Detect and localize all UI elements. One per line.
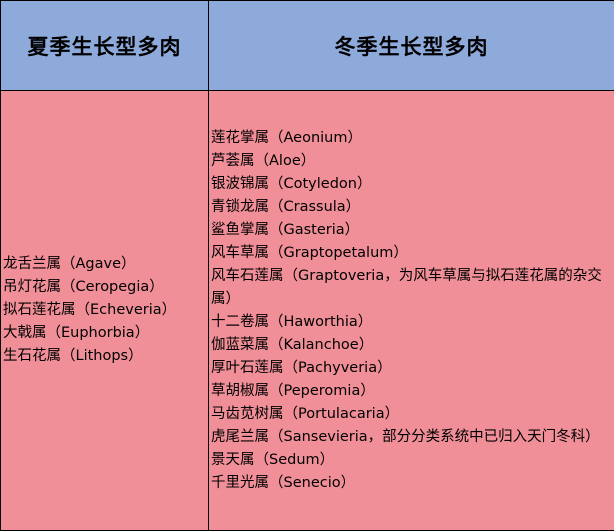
list-item: 虎尾兰属（Sansevieria，部分分类系统中已归入天门冬科） [211,428,600,445]
list-item: 拟石莲花属（Echeveria） [3,302,177,318]
header-winter: 冬季生长型多肉 [208,0,614,91]
summer-cell: 龙舌兰属（Agave） 吊灯花属（Ceropegia） 拟石莲花属（Echeve… [0,90,209,531]
list-item: 莲花掌属（Aeonium） [211,129,362,146]
list-item: 草胡椒属（Peperomia） [211,382,375,399]
winter-genera-list: 莲花掌属（Aeonium） 芦荟属（Aloe） 银波锦属（Cotyledon） … [209,127,614,495]
list-item: 鲨鱼掌属（Gasteria） [211,221,360,238]
list-item: 厚叶石莲属（Pachyveria） [211,359,392,376]
list-item: 芦荟属（Aloe） [211,152,316,169]
list-item: 风车草属（Graptopetalum） [211,244,408,261]
list-item: 银波锦属（Cotyledon） [211,175,372,192]
list-item: 青锁龙属（Crassula） [211,198,361,215]
list-item: 生石花属（Lithops） [3,348,143,364]
list-item: 伽蓝菜属（Kalanchoe） [211,336,374,353]
body-row: 龙舌兰属（Agave） 吊灯花属（Ceropegia） 拟石莲花属（Echeve… [0,90,614,531]
list-item: 景天属（Sedum） [211,451,335,468]
list-item: 吊灯花属（Ceropegia） [3,279,164,295]
winter-cell: 莲花掌属（Aeonium） 芦荟属（Aloe） 银波锦属（Cotyledon） … [208,90,614,531]
list-item: 十二卷属（Haworthia） [211,313,373,330]
list-item: 大戟属（Euphorbia） [3,325,150,341]
list-item: 马齿苋树属（Portulacaria） [211,405,400,422]
summer-genera-list: 龙舌兰属（Agave） 吊灯花属（Ceropegia） 拟石莲花属（Echeve… [1,253,208,368]
header-summer: 夏季生长型多肉 [0,0,209,91]
header-row: 夏季生长型多肉 冬季生长型多肉 [0,0,614,91]
list-item: 龙舌兰属（Agave） [3,256,136,272]
succulent-growth-table: 夏季生长型多肉 冬季生长型多肉 龙舌兰属（Agave） 吊灯花属（Ceropeg… [0,0,614,531]
list-item: 千里光属（Senecio） [211,474,356,491]
list-item: 风车石莲属（Graptoveria，为风车草属与拟石莲花属的杂交属） [211,267,602,307]
